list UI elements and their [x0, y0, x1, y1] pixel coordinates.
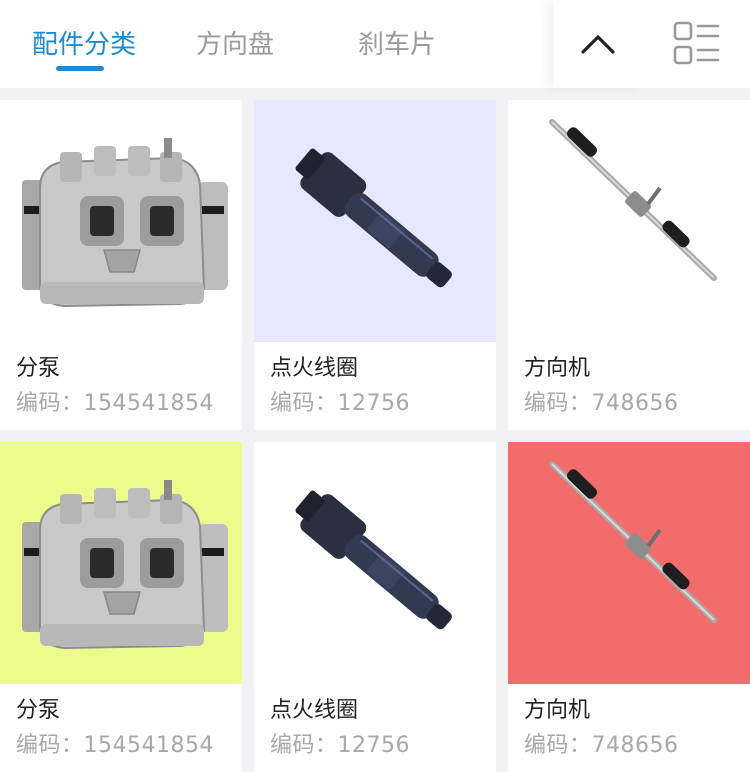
product-code: 编码：12756 — [270, 389, 410, 419]
code-label: 编码： — [16, 391, 84, 416]
active-tab-indicator — [56, 66, 104, 71]
product-code: 编码：154541854 — [16, 389, 214, 419]
code-label: 编码： — [270, 391, 338, 416]
product-card[interactable]: 点火线圈 编码：12756 — [254, 442, 496, 772]
product-name: 点火线圈 — [270, 698, 359, 723]
product-name: 方向机 — [524, 356, 591, 381]
chevron-up-icon — [581, 35, 615, 54]
category-tab-bar: 配件分类 方向盘 刹车片 — [0, 0, 750, 88]
steering-rack-image — [508, 442, 750, 684]
tab-parts-category[interactable]: 配件分类 — [32, 26, 136, 64]
tab-brake-pads[interactable]: 刹车片 — [358, 26, 436, 64]
code-value: 154541854 — [83, 733, 214, 758]
ignition-coil-image — [254, 442, 496, 684]
product-name: 分泵 — [16, 356, 61, 381]
product-card[interactable]: 分泵 编码：154541854 — [0, 442, 242, 772]
code-label: 编码： — [524, 733, 592, 758]
code-label: 编码： — [270, 733, 338, 758]
product-code: 编码：748656 — [524, 731, 679, 761]
brake-caliper-image — [0, 100, 242, 342]
collapse-button[interactable] — [554, 0, 642, 88]
product-code: 编码：154541854 — [16, 731, 214, 761]
product-code: 编码：12756 — [270, 731, 410, 761]
brake-caliper-image — [0, 442, 242, 684]
product-card[interactable]: 分泵 编码：154541854 — [0, 100, 242, 430]
code-label: 编码： — [16, 733, 84, 758]
code-value: 748656 — [591, 391, 679, 416]
code-value: 748656 — [591, 733, 679, 758]
product-name: 方向机 — [524, 698, 591, 723]
code-value: 12756 — [337, 733, 411, 758]
product-name: 点火线圈 — [270, 356, 359, 381]
product-code: 编码：748656 — [524, 389, 679, 419]
code-value: 154541854 — [83, 391, 214, 416]
product-card[interactable]: 方向机 编码：748656 — [508, 100, 750, 430]
code-value: 12756 — [337, 391, 411, 416]
code-label: 编码： — [524, 391, 592, 416]
steering-rack-image — [508, 100, 750, 342]
tab-steering-wheel[interactable]: 方向盘 — [196, 26, 274, 64]
list-view-icon — [673, 21, 720, 65]
product-name: 分泵 — [16, 698, 61, 723]
product-card[interactable]: 点火线圈 编码：12756 — [254, 100, 496, 430]
ignition-coil-image — [254, 100, 496, 342]
product-card[interactable]: 方向机 编码：748656 — [508, 442, 750, 772]
layout-toggle-button[interactable] — [642, 0, 750, 88]
